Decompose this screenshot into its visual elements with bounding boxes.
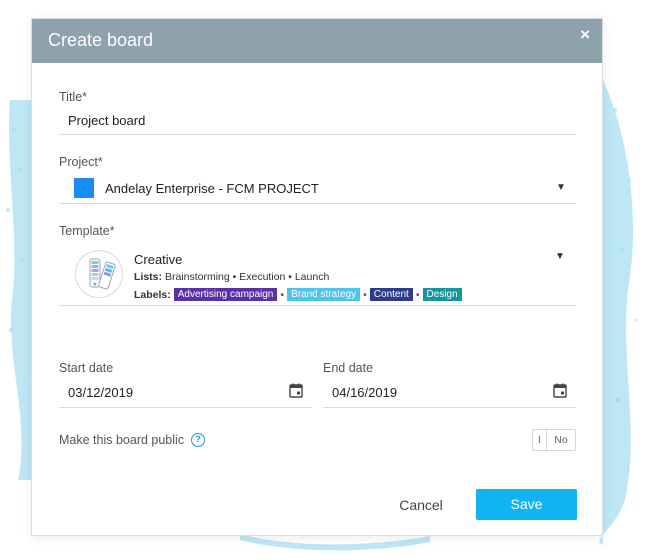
create-board-dialog: Create board × Title* Project board Proj… <box>31 18 603 536</box>
title-input[interactable]: Project board <box>68 113 145 128</box>
label-tag: Advertising campaign <box>173 288 278 301</box>
template-name: Creative <box>134 252 183 267</box>
start-date-input[interactable]: 03/12/2019 <box>68 385 133 400</box>
lists-prefix: Lists: <box>134 271 163 283</box>
public-label: Make this board public <box>59 433 185 447</box>
dialog-title: Create board <box>48 30 154 50</box>
color-swatch-icon <box>75 250 123 298</box>
label-tag: Brand strategy <box>287 288 361 301</box>
template-underline <box>59 305 576 306</box>
label-tag: Design <box>422 288 462 301</box>
project-underline <box>59 203 576 204</box>
help-icon[interactable]: ? <box>191 433 205 447</box>
dialog-header: Create board × <box>32 19 602 63</box>
lists-text: Brainstorming • Execution • Launch <box>164 271 330 283</box>
cancel-button[interactable]: Cancel <box>386 490 456 520</box>
end-date-underline <box>323 407 576 408</box>
save-button[interactable]: Save <box>476 489 577 520</box>
start-date-underline <box>59 407 312 408</box>
close-icon[interactable]: × <box>580 26 590 44</box>
label-separator: • <box>280 288 285 301</box>
project-color-swatch <box>74 178 94 198</box>
title-field-label: Title* <box>59 90 88 104</box>
label-tag: Content <box>369 288 413 301</box>
project-select[interactable]: Andelay Enterprise - FCM PROJECT <box>105 181 319 196</box>
start-date-label: Start date <box>59 361 114 375</box>
public-toggle[interactable]: I No <box>532 429 576 451</box>
end-date-label: End date <box>323 361 374 375</box>
end-date-input[interactable]: 04/16/2019 <box>332 385 397 400</box>
label-separator: • <box>363 288 367 301</box>
labels-prefix: Labels: <box>134 288 171 301</box>
toggle-on[interactable]: I <box>533 430 547 450</box>
template-lists: Lists: Brainstorming • Execution • Launc… <box>134 271 329 283</box>
project-field-label: Project* <box>59 155 103 169</box>
chevron-down-icon[interactable]: ▼ <box>556 182 566 193</box>
chevron-down-icon[interactable]: ▼ <box>555 251 565 262</box>
template-field-label: Template* <box>59 224 115 238</box>
calendar-icon[interactable] <box>289 383 303 403</box>
label-separator: • <box>415 288 420 301</box>
calendar-icon[interactable] <box>553 383 567 403</box>
template-labels: Labels: Advertising campaign • Brand str… <box>134 288 462 301</box>
toggle-off[interactable]: No <box>547 430 575 450</box>
title-underline <box>59 134 576 135</box>
